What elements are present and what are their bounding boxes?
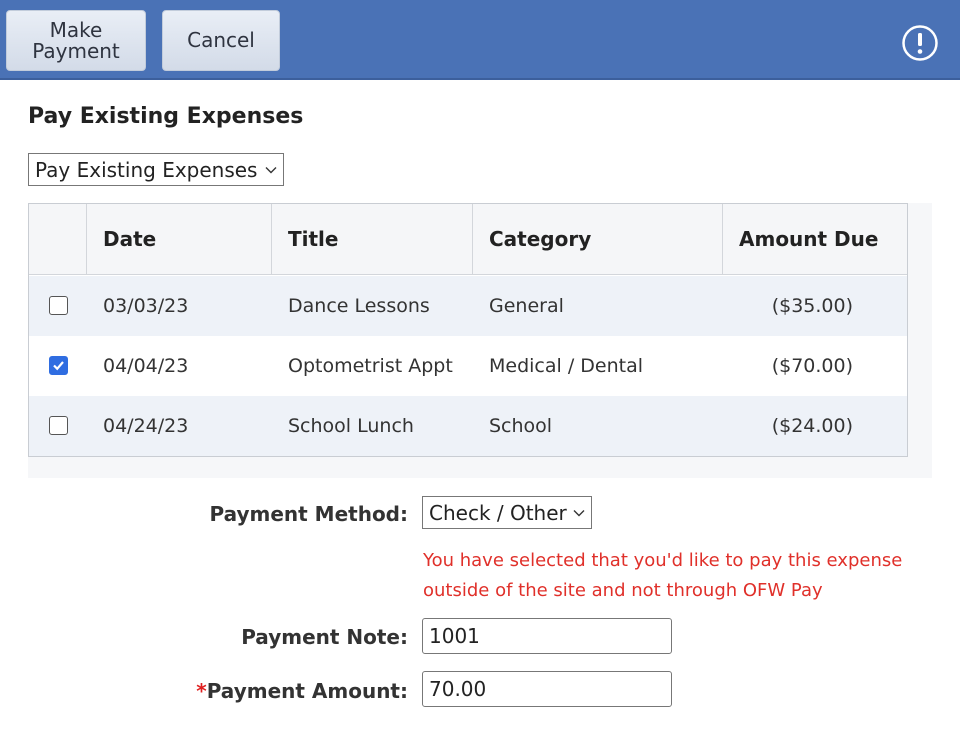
payment-amount-label-text: Payment Amount: xyxy=(206,679,408,703)
row-checkbox[interactable] xyxy=(49,296,68,315)
header-amount-due[interactable]: Amount Due xyxy=(723,204,907,274)
table-row[interactable]: 04/04/23 Optometrist Appt Medical / Dent… xyxy=(29,336,907,396)
payment-method-select[interactable]: Check / Other xyxy=(422,496,592,529)
chevron-down-icon xyxy=(265,166,277,173)
row-amount: ($70.00) xyxy=(771,355,853,377)
row-amount: ($24.00) xyxy=(771,415,853,437)
table-header: Date Title Category Amount Due xyxy=(29,204,907,275)
expenses-table: Date Title Category Amount Due 03/03/23 … xyxy=(28,203,908,457)
row-checkbox[interactable] xyxy=(49,416,68,435)
toolbar: Make Payment Cancel xyxy=(0,0,960,80)
header-date[interactable]: Date xyxy=(87,204,272,274)
row-amount: ($35.00) xyxy=(771,295,853,317)
payment-method-value: Check / Other xyxy=(429,500,567,525)
notice-line-1: You have selected that you'd like to pay… xyxy=(423,550,903,571)
checkmark-icon xyxy=(53,361,64,371)
notice-line-2: outside of the site and not through OFW … xyxy=(423,580,823,601)
row-date: 04/04/23 xyxy=(103,355,189,377)
payment-note-input[interactable] xyxy=(422,618,672,654)
table-row[interactable]: 03/03/23 Dance Lessons General ($35.00) xyxy=(29,276,907,336)
header-title[interactable]: Title xyxy=(272,204,473,274)
cancel-button[interactable]: Cancel xyxy=(162,10,280,71)
page-title: Pay Existing Expenses xyxy=(28,104,304,129)
expense-filter-select[interactable]: Pay Existing Expenses xyxy=(28,153,285,186)
required-asterisk: * xyxy=(196,679,207,703)
payment-note-label: Payment Note: xyxy=(241,625,408,649)
row-date: 04/24/23 xyxy=(103,415,189,437)
row-category: General xyxy=(489,295,564,317)
table-row[interactable]: 04/24/23 School Lunch School ($24.00) xyxy=(29,396,907,456)
cancel-label: Cancel xyxy=(187,28,255,52)
make-payment-button[interactable]: Make Payment xyxy=(6,10,146,71)
chevron-down-icon xyxy=(573,509,585,516)
exclamation-circle-icon[interactable] xyxy=(901,24,939,62)
row-title: School Lunch xyxy=(288,415,414,437)
expenses-table-container: Date Title Category Amount Due 03/03/23 … xyxy=(28,203,932,478)
payment-amount-input[interactable] xyxy=(422,671,672,707)
row-category: School xyxy=(489,415,553,437)
header-category[interactable]: Category xyxy=(473,204,723,274)
expense-filter-value: Pay Existing Expenses xyxy=(35,157,258,182)
header-select xyxy=(29,204,87,274)
make-payment-label-line1: Make xyxy=(49,17,103,42)
row-title: Dance Lessons xyxy=(288,295,430,317)
row-title: Optometrist Appt xyxy=(288,355,453,377)
payment-method-label: Payment Method: xyxy=(209,502,408,526)
offsite-payment-notice: You have selected that you'd like to pay… xyxy=(423,546,923,606)
row-date: 03/03/23 xyxy=(103,295,189,317)
row-category: Medical / Dental xyxy=(489,355,644,377)
row-checkbox-checked[interactable] xyxy=(49,356,68,375)
make-payment-label-line2: Payment xyxy=(32,38,120,63)
payment-amount-label: *Payment Amount: xyxy=(150,679,408,703)
